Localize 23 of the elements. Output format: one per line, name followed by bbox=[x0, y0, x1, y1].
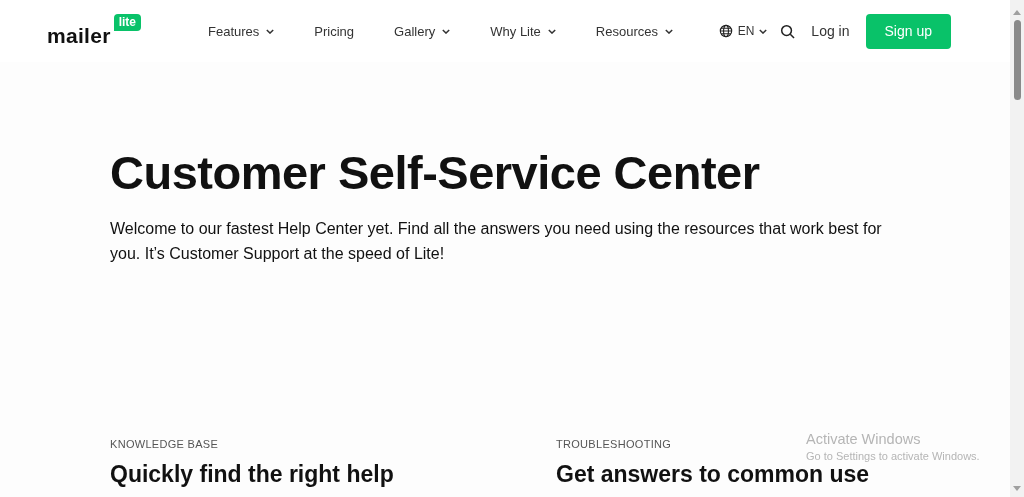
page-title: Customer Self-Service Center bbox=[110, 145, 761, 201]
section-label: KNOWLEDGE BASE bbox=[110, 438, 219, 451]
nav-link[interactable]: Features bbox=[208, 23, 275, 39]
scroll-up-icon[interactable] bbox=[1013, 10, 1021, 15]
logo[interactable]: mailer lite bbox=[47, 14, 142, 48]
section-heading: Quickly find the right help bbox=[110, 461, 394, 487]
nav-link[interactable]: Pricing bbox=[314, 23, 355, 39]
scroll-down-icon[interactable] bbox=[1013, 486, 1021, 491]
login-link[interactable]: Log in bbox=[811, 23, 850, 39]
nav-link[interactable]: Resources bbox=[595, 23, 673, 39]
chevron-icon bbox=[759, 28, 768, 34]
activation-title: Activate Windows bbox=[806, 431, 922, 447]
search-icon[interactable] bbox=[780, 23, 796, 39]
intro-text: Welcome to our fastest Help Center yet. Find all the answers you need using the resources that work best for you. It’s Customer Support at the speed of Lite! bbox=[110, 219, 883, 264]
nav-link[interactable]: Gallery bbox=[394, 23, 451, 39]
scrollbar-thumb[interactable] bbox=[1013, 20, 1021, 100]
globe-icon bbox=[718, 24, 733, 38]
nav-link[interactable]: Why Lite bbox=[490, 23, 556, 39]
section-heading: Get answers to common use bbox=[556, 461, 870, 487]
activation-text: Go to Settings to activate Windows. bbox=[806, 450, 980, 462]
scrollbar[interactable] bbox=[1010, 0, 1024, 497]
section-label: TROUBLESHOOTING bbox=[556, 438, 672, 451]
language-selector[interactable]: EN bbox=[718, 24, 768, 38]
